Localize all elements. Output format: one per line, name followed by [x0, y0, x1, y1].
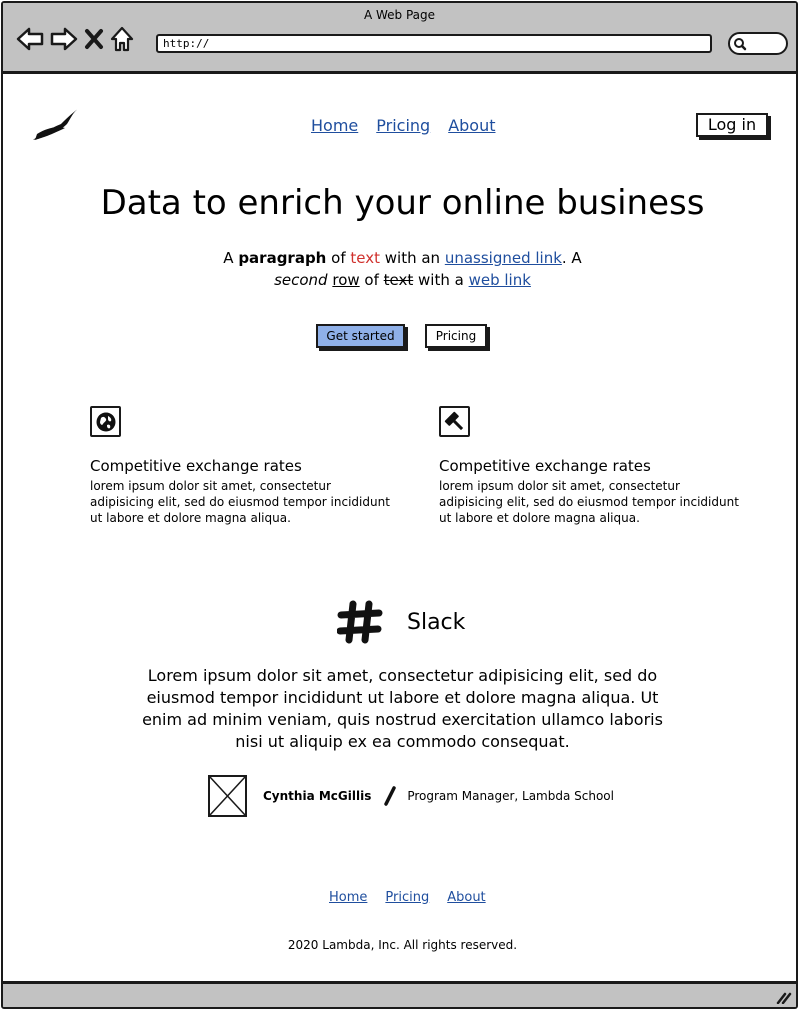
footer-home-link[interactable]: Home	[329, 890, 367, 905]
nav-pricing-link[interactable]: Pricing	[376, 116, 430, 135]
stop-x-icon[interactable]	[83, 25, 105, 53]
search-icon	[734, 38, 747, 51]
feature-body: lorem ipsum dolor sit amet, consectetur …	[439, 479, 739, 525]
browser-nav-icons	[15, 25, 135, 53]
login-button[interactable]: Log in	[696, 113, 768, 137]
nav-about-link[interactable]: About	[448, 116, 495, 135]
pricing-button[interactable]: Pricing	[425, 324, 487, 348]
slack-hashtag-icon	[337, 600, 383, 644]
hero-text: of	[326, 249, 351, 267]
hero-text: . A	[561, 249, 582, 267]
hero-text: with a	[413, 271, 469, 289]
hero-italic-text: second	[274, 271, 328, 289]
footer-nav: Home Pricing About	[329, 890, 486, 905]
copyright-text: 2020 Lambda, Inc. All rights reserved.	[287, 938, 518, 952]
unassigned-link[interactable]: unassigned link	[445, 249, 562, 267]
feature-title: Competitive exchange rates	[90, 457, 302, 475]
footer-about-link[interactable]: About	[447, 890, 485, 905]
browser-search-field[interactable]	[728, 32, 788, 55]
feature-body: lorem ipsum dolor sit amet, consectetur …	[90, 479, 390, 525]
top-nav: Home Pricing About	[311, 116, 496, 135]
hero-text: of	[359, 271, 384, 289]
home-icon[interactable]	[109, 25, 135, 53]
testimonial-quote: Lorem ipsum dolor sit amet, consectetur …	[142, 666, 663, 751]
hero-bold-text: paragraph	[238, 249, 327, 267]
nav-home-link[interactable]: Home	[311, 116, 358, 135]
resize-handle-icon[interactable]	[776, 990, 792, 1004]
gavel-icon	[439, 406, 470, 437]
hero-title: Data to enrich your online business	[100, 183, 705, 223]
hero-paragraph: A paragraph of text with an unassigned l…	[203, 247, 602, 291]
divider-slash	[384, 786, 397, 806]
author-role: Program Manager, Lambda School	[407, 789, 614, 803]
hero-underlined-text: row	[332, 271, 360, 289]
avatar-placeholder-image	[208, 775, 247, 817]
hero-text: A	[223, 249, 239, 267]
testimonial-author: Cynthia McGillis Program Manager, Lambda…	[208, 775, 614, 817]
feature-title: Competitive exchange rates	[439, 457, 651, 475]
address-bar[interactable]: http://	[156, 34, 712, 53]
browser-status-bar	[3, 981, 796, 1007]
author-name: Cynthia McGillis	[263, 789, 372, 803]
feather-logo-icon[interactable]	[31, 104, 83, 144]
browser-chrome: A Web Page http://	[3, 3, 796, 74]
brand-name: Slack	[407, 609, 466, 635]
testimonial-brand: Slack	[337, 600, 465, 644]
hero-strikethrough-text: text	[383, 271, 414, 289]
window-title: A Web Page	[363, 8, 436, 22]
feature-card: Competitive exchange rates lorem ipsum d…	[90, 406, 390, 526]
hero-text: with an	[379, 249, 445, 267]
back-arrow-icon[interactable]	[15, 25, 45, 53]
web-link[interactable]: web link	[469, 271, 531, 289]
browser-window: A Web Page http:// Home Pricing About Lo…	[1, 1, 798, 1009]
footer-pricing-link[interactable]: Pricing	[385, 890, 429, 905]
hero-red-text: text	[350, 249, 380, 267]
feature-card: Competitive exchange rates lorem ipsum d…	[439, 406, 739, 526]
globe-icon	[90, 406, 121, 437]
get-started-button[interactable]: Get started	[316, 324, 405, 348]
forward-arrow-icon[interactable]	[49, 25, 79, 53]
